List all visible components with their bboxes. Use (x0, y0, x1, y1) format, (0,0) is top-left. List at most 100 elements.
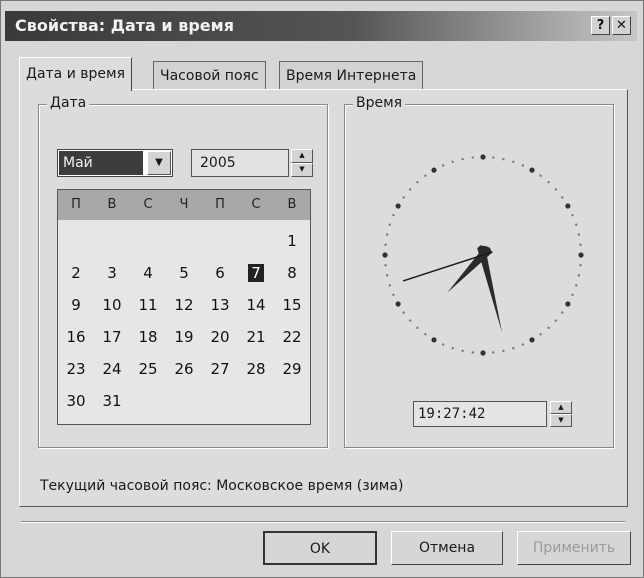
clock-minute-mark (416, 326, 419, 330)
arrow-down-icon[interactable]: ▼ (550, 414, 572, 427)
calendar-day[interactable]: 20 (202, 324, 238, 350)
clock-minute-mark (521, 164, 525, 167)
calendar-day[interactable]: 31 (94, 388, 130, 414)
date-group: Дата Май ▼ 2005 ▲ ▼ ПВСЧПСВ 1 2 3 4 5 6 7 8 9 10 1… (38, 95, 328, 448)
current-timezone-label: Текущий часовой пояс: Московское время (… (40, 478, 404, 494)
arrow-up-icon[interactable]: ▲ (550, 401, 572, 414)
ok-button[interactable]: OK (263, 531, 377, 565)
clock-minute-mark (547, 326, 550, 330)
calendar-day[interactable]: 4 (130, 260, 166, 286)
calendar-day[interactable]: 27 (202, 356, 238, 382)
arrow-up-icon[interactable]: ▲ (291, 149, 313, 163)
clock-minute-mark (388, 223, 391, 226)
calendar-day[interactable]: 7 (238, 260, 274, 286)
weekday-label: П (71, 197, 81, 212)
clock-hour-mark (382, 252, 388, 258)
help-button[interactable]: ? (591, 16, 610, 35)
clock-minute-mark (402, 196, 405, 199)
title-bar: Свойства: Дата и время ? ✕ (5, 11, 637, 41)
calendar-day[interactable]: 5 (166, 260, 202, 286)
clock-minute-mark (402, 311, 405, 314)
calendar-day[interactable]: 2 (58, 260, 94, 286)
clock-minute-mark (571, 213, 574, 217)
clock-hour-mark (529, 167, 535, 173)
clock-minute-mark (539, 333, 542, 336)
arrow-down-icon[interactable]: ▼ (291, 163, 313, 177)
clock-minute-mark (512, 347, 515, 350)
cancel-button[interactable]: Отмена (391, 531, 503, 565)
clock-minute-mark (385, 233, 389, 236)
window-title: Свойства: Дата и время (15, 16, 234, 35)
clock-minute-mark (539, 174, 542, 177)
calendar-day[interactable]: 29 (274, 356, 310, 382)
weekday-label: Ч (179, 197, 189, 212)
clock-minute-mark (575, 284, 578, 287)
calendar-day[interactable]: 10 (94, 292, 130, 318)
time-group-label: Время (353, 95, 406, 111)
month-dropdown[interactable]: Май ▼ (57, 149, 173, 177)
clock-minute-mark (554, 319, 558, 322)
clock-minute-mark (561, 196, 564, 199)
calendar-day[interactable]: 25 (130, 356, 166, 382)
calendar-day[interactable]: 3 (94, 260, 130, 286)
clock-minute-mark (424, 333, 427, 336)
calendar-day[interactable]: 28 (238, 356, 274, 382)
clock-minute-mark (441, 343, 445, 346)
time-spinner[interactable]: ▲ ▼ (550, 401, 572, 427)
calendar-day[interactable]: 22 (274, 324, 310, 350)
clock-minute-mark (579, 264, 582, 267)
year-spinner[interactable]: ▲ ▼ (291, 149, 313, 177)
clock-minute-mark (408, 188, 412, 191)
calendar-day[interactable]: 13 (202, 292, 238, 318)
clock-minute-mark (571, 293, 574, 297)
calendar-day[interactable]: 23 (58, 356, 94, 382)
month-value: Май (59, 151, 143, 175)
calendar-day[interactable]: 17 (94, 324, 130, 350)
calendar-day[interactable]: 11 (130, 292, 166, 318)
weekday-label: С (143, 197, 153, 212)
tab-time-zone[interactable]: Часовой пояс (153, 61, 266, 89)
calendar-day[interactable]: 14 (238, 292, 274, 318)
calendar-day[interactable]: 12 (166, 292, 202, 318)
calendar-day[interactable]: 26 (166, 356, 202, 382)
clock-minute-mark (521, 343, 525, 346)
clock-minute-mark (547, 180, 550, 184)
time-field[interactable]: 19:27:42 (413, 401, 547, 427)
calendar-day[interactable]: 1 (274, 228, 310, 254)
clock-minute-mark (451, 347, 454, 350)
clock-hour-mark (395, 203, 401, 209)
clock-minute-mark (384, 243, 387, 246)
clock-minute-mark (502, 349, 505, 353)
calendar-day[interactable]: 21 (238, 324, 274, 350)
clock-minute-mark (577, 274, 581, 277)
clock-minute-mark (561, 311, 564, 314)
clock-minute-mark (502, 157, 505, 161)
weekday-label: С (251, 197, 261, 212)
calendar-day[interactable]: 6 (202, 260, 238, 286)
apply-button[interactable]: Применить (517, 531, 631, 565)
clock-minute-mark (461, 157, 464, 161)
calendar-day[interactable]: 30 (58, 388, 94, 414)
clock-minute-mark (451, 160, 454, 163)
calendar-day[interactable]: 15 (274, 292, 310, 318)
calendar-day[interactable]: 18 (130, 324, 166, 350)
calendar-day[interactable]: 8 (274, 260, 310, 286)
time-group: Время 19:27:42 ▲ ▼ (344, 95, 614, 448)
clock-hour-mark (565, 301, 571, 307)
calendar-day[interactable]: 9 (58, 292, 94, 318)
tab-internet-time[interactable]: Время Интернета (279, 61, 424, 89)
clock-minute-mark (384, 264, 387, 267)
chevron-down-icon[interactable]: ▼ (147, 151, 171, 175)
clock-hour-mark (529, 337, 535, 343)
calendar-day[interactable]: 19 (166, 324, 202, 350)
tab-date-time[interactable]: Дата и время (19, 57, 132, 91)
year-field[interactable]: 2005 (191, 149, 289, 177)
calendar-weekday-header: ПВСЧПСВ (58, 190, 310, 220)
calendar-day[interactable]: 24 (94, 356, 130, 382)
weekday-label: В (107, 197, 117, 212)
calendar-day[interactable]: 16 (58, 324, 94, 350)
clock-hour-mark (565, 203, 571, 209)
clock-minute-mark (424, 174, 427, 177)
close-button[interactable]: ✕ (612, 16, 631, 35)
clock-minute-mark (492, 156, 495, 159)
